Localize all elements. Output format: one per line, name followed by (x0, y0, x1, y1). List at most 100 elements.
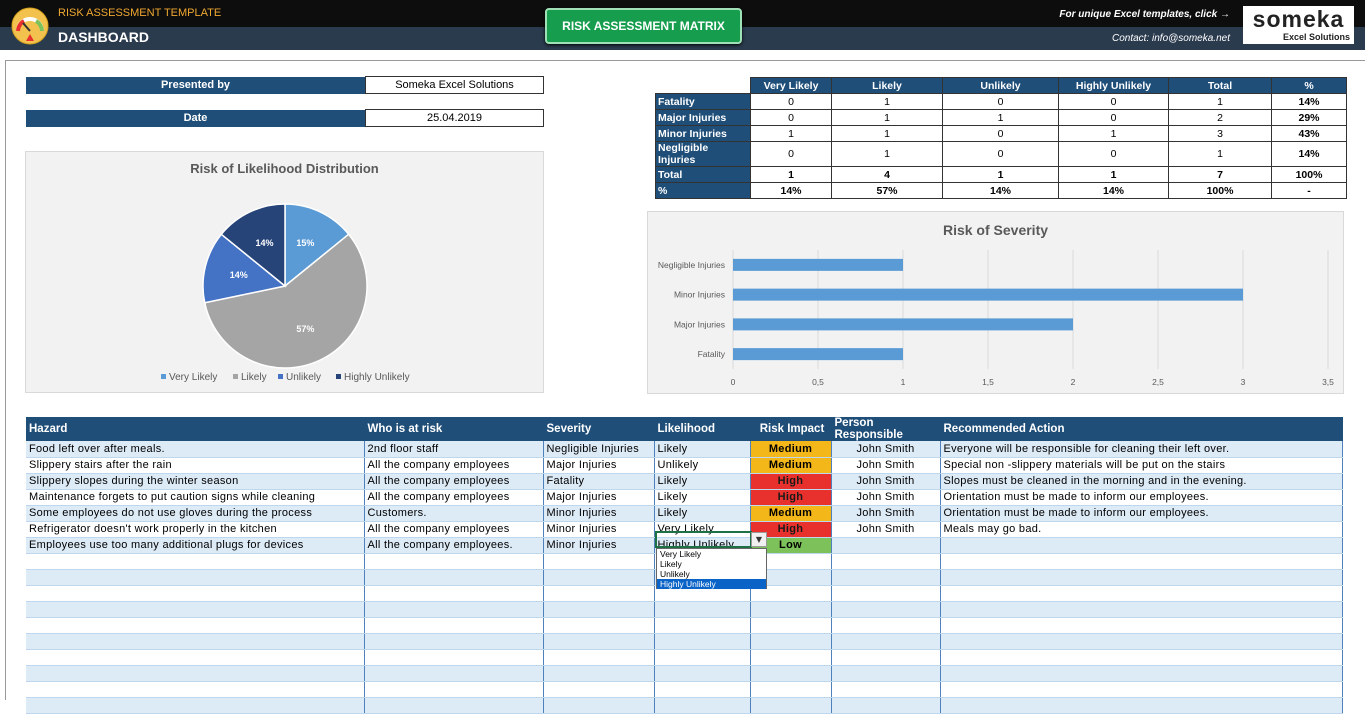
likelihood-dropdown-list[interactable]: Very Likely Likely Unlikely Highly Unlikely (656, 548, 767, 589)
summary-cell[interactable]: 1 (942, 166, 1059, 183)
summary-cell[interactable]: 1 (1168, 141, 1272, 167)
cell-severity[interactable]: Negligible Injuries (543, 441, 655, 458)
summary-cell[interactable]: 4 (831, 166, 943, 183)
summary-cell[interactable]: 0 (750, 109, 832, 126)
summary-cell[interactable]: 14% (1271, 141, 1347, 167)
risk-matrix-button[interactable]: RISK ASSESSMENT MATRIX (545, 8, 742, 44)
summary-cell[interactable]: 0 (750, 93, 832, 110)
severity-bar[interactable] (733, 348, 903, 361)
cell-who[interactable]: All the company employees (364, 521, 544, 538)
cell-severity[interactable] (543, 553, 655, 570)
cell-action[interactable] (940, 569, 1343, 586)
cell-action[interactable] (940, 681, 1343, 698)
summary-cell[interactable]: - (1271, 182, 1347, 199)
cell-likelihood[interactable]: Likely (654, 505, 751, 522)
cell-who[interactable]: All the company employees. (364, 537, 544, 554)
summary-cell[interactable]: 3 (1168, 125, 1272, 142)
cell-likelihood[interactable]: Likely (654, 489, 751, 506)
cell-severity[interactable]: Minor Injuries (543, 521, 655, 538)
cell-hazard[interactable]: Refrigerator doesn't work properly in th… (26, 521, 365, 538)
summary-cell[interactable]: 0 (1058, 141, 1169, 167)
cell-who[interactable] (364, 553, 544, 570)
severity-chart-panel[interactable]: Risk of Severity 0 0,5 1 1,5 2 2,5 3 3,5 Negligi… (647, 211, 1344, 394)
cell-action[interactable] (940, 617, 1343, 634)
summary-cell[interactable]: 0 (1058, 109, 1169, 126)
cell-impact[interactable]: Medium (750, 505, 832, 522)
cell-impact[interactable] (750, 681, 832, 698)
cell-action[interactable] (940, 649, 1343, 666)
cell-person[interactable]: John Smith (831, 521, 941, 538)
cell-action[interactable]: Special non -slippery materials will be … (940, 457, 1343, 474)
cell-who[interactable]: All the company employees (364, 457, 544, 474)
summary-row-header[interactable]: % (655, 182, 751, 199)
likelihood-chart-panel[interactable]: Risk of Likelihood Distribution 15% 57% 14… (25, 151, 544, 393)
summary-cell[interactable]: 0 (750, 141, 832, 167)
summary-cell[interactable]: 1 (1168, 93, 1272, 110)
cell-impact[interactable] (750, 617, 832, 634)
cell-action[interactable]: Meals may go bad. (940, 521, 1343, 538)
cell-impact[interactable] (750, 633, 832, 650)
cell-severity[interactable] (543, 601, 655, 618)
cell-severity[interactable]: Major Injuries (543, 489, 655, 506)
cell-who[interactable] (364, 697, 544, 714)
cell-severity[interactable] (543, 665, 655, 682)
cell-hazard[interactable]: Maintenance forgets to put caution signs… (26, 489, 365, 506)
summary-cell[interactable]: 0 (942, 93, 1059, 110)
cell-severity[interactable] (543, 617, 655, 634)
cell-person[interactable]: John Smith (831, 473, 941, 490)
cell-action[interactable] (940, 537, 1343, 554)
cell-person[interactable] (831, 617, 941, 634)
dropdown-option[interactable]: Likely (657, 559, 766, 569)
summary-cell[interactable]: 14% (1058, 182, 1169, 199)
cell-likelihood[interactable] (654, 601, 751, 618)
cell-likelihood[interactable] (654, 633, 751, 650)
cell-hazard[interactable] (26, 633, 365, 650)
summary-row-header[interactable]: Fatality (655, 93, 751, 110)
cell-impact[interactable]: High (750, 489, 832, 506)
cell-who[interactable]: 2nd floor staff (364, 441, 544, 458)
cell-severity[interactable] (543, 649, 655, 666)
cell-likelihood[interactable]: Unlikely (654, 457, 751, 474)
summary-cell[interactable]: 0 (1058, 93, 1169, 110)
cell-hazard[interactable]: Some employees do not use gloves during … (26, 505, 365, 522)
cell-who[interactable] (364, 633, 544, 650)
cell-hazard[interactable]: Slippery stairs after the rain (26, 457, 365, 474)
summary-cell[interactable]: 14% (1271, 93, 1347, 110)
cell-action[interactable] (940, 665, 1343, 682)
cell-who[interactable] (364, 681, 544, 698)
cell-hazard[interactable] (26, 617, 365, 634)
cell-person[interactable] (831, 537, 941, 554)
cell-hazard[interactable] (26, 569, 365, 586)
summary-cell[interactable]: 14% (750, 182, 832, 199)
summary-cell[interactable]: 29% (1271, 109, 1347, 126)
severity-bar[interactable] (733, 288, 1243, 301)
summary-cell[interactable]: 1 (831, 93, 943, 110)
cell-who[interactable] (364, 617, 544, 634)
summary-cell[interactable]: 100% (1271, 166, 1347, 183)
cell-who[interactable] (364, 665, 544, 682)
cell-person[interactable] (831, 665, 941, 682)
cell-impact[interactable] (750, 601, 832, 618)
cell-likelihood[interactable] (654, 617, 751, 634)
cell-impact[interactable] (750, 649, 832, 666)
cell-person[interactable]: John Smith (831, 457, 941, 474)
summary-cell[interactable]: 1 (831, 109, 943, 126)
cell-person[interactable] (831, 697, 941, 714)
cell-likelihood[interactable] (654, 665, 751, 682)
summary-cell[interactable]: 1 (750, 125, 832, 142)
cell-who[interactable] (364, 601, 544, 618)
promo-link[interactable]: For unique Excel templates, click → (1059, 9, 1230, 20)
cell-hazard[interactable]: Slippery slopes during the winter season (26, 473, 365, 490)
summary-cell[interactable]: 7 (1168, 166, 1272, 183)
cell-person[interactable] (831, 601, 941, 618)
cell-who[interactable]: All the company employees (364, 489, 544, 506)
cell-likelihood[interactable] (654, 681, 751, 698)
cell-severity[interactable] (543, 681, 655, 698)
cell-impact[interactable]: Medium (750, 457, 832, 474)
cell-impact[interactable] (750, 665, 832, 682)
cell-person[interactable]: John Smith (831, 441, 941, 458)
cell-likelihood[interactable] (654, 697, 751, 714)
presented-by-value[interactable]: Someka Excel Solutions (365, 76, 544, 94)
cell-action[interactable] (940, 633, 1343, 650)
summary-row-header[interactable]: Negligible Injuries (655, 141, 751, 167)
